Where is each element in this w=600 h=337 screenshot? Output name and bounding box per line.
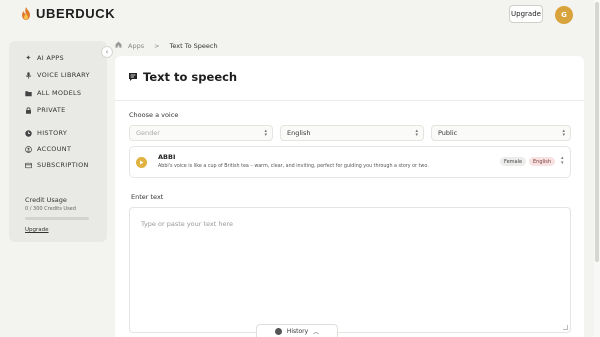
sidebar-item-account[interactable]: ACCOUNT	[25, 145, 71, 153]
history-toggle[interactable]: History ︿	[256, 324, 338, 337]
breadcrumb: Apps > Text To Speech	[115, 41, 218, 50]
chevron-updown-icon: ▴ ▾	[561, 155, 564, 166]
microphone-icon	[25, 71, 32, 79]
scrollbar-thumb[interactable]	[595, 2, 599, 262]
logo-text: UBERDUCK	[36, 6, 116, 21]
folder-icon	[25, 90, 32, 97]
logo[interactable]: UBERDUCK	[20, 6, 115, 21]
upgrade-button[interactable]: Upgrade	[509, 5, 543, 23]
page-scrollbar[interactable]	[594, 0, 600, 337]
text-input-placeholder: Type or paste your text here	[141, 220, 234, 228]
visibility-select-value: Public	[438, 129, 458, 137]
gender-tag: Female	[500, 157, 527, 166]
chevron-updown-icon: ▴ ▾	[264, 128, 267, 138]
lock-icon	[25, 106, 32, 114]
page-title: Text to speech	[128, 70, 237, 84]
user-icon	[25, 145, 32, 153]
sidebar-item-label: HISTORY	[37, 129, 68, 137]
main-panel: Text to speech Choose a voice Gender ▴ ▾ …	[115, 56, 584, 337]
credit-upgrade-link[interactable]: Upgrade	[25, 227, 49, 233]
avatar[interactable]: G	[555, 6, 573, 24]
language-tag: English	[529, 157, 556, 166]
sidebar-item-label: ALL MODELS	[37, 89, 82, 97]
credit-usage-text: 0 / 300 Credits Used	[25, 206, 76, 212]
sidebar-item-label: SUBSCRIPTION	[37, 161, 89, 169]
breadcrumb-apps[interactable]: Apps	[128, 42, 144, 50]
voice-description: Abbi's voice is like a cup of British te…	[158, 164, 429, 169]
choose-voice-label: Choose a voice	[129, 111, 179, 119]
play-preview-button[interactable]	[136, 157, 147, 168]
title-divider	[115, 100, 584, 101]
language-select[interactable]: English ▴ ▾	[280, 125, 424, 141]
visibility-select[interactable]: Public ▴ ▾	[431, 125, 571, 141]
sidebar-item-label: ACCOUNT	[37, 145, 72, 153]
sidebar-item-voice-library[interactable]: VOICE LIBRARY	[25, 71, 90, 79]
page-title-text: Text to speech	[143, 70, 238, 84]
sidebar-item-ai-apps[interactable]: ✦ AI APPS	[25, 54, 64, 62]
clock-icon	[25, 129, 32, 137]
history-label: History	[286, 327, 309, 335]
top-bar: UBERDUCK Upgrade G	[0, 0, 600, 28]
flame-logo-icon	[22, 7, 30, 20]
gender-select-placeholder: Gender	[136, 129, 160, 137]
breadcrumb-current: Text To Speech	[169, 41, 218, 50]
voice-selector-card[interactable]: ABBI Abbi's voice is like a cup of Briti…	[129, 146, 571, 178]
history-icon	[274, 327, 282, 335]
sidebar-item-label: AI APPS	[37, 54, 64, 62]
home-icon[interactable]	[115, 41, 122, 50]
play-icon	[140, 160, 144, 165]
sparkle-icon: ✦	[25, 54, 32, 62]
sidebar-item-history[interactable]: HISTORY	[25, 129, 67, 137]
chevron-left-icon: ‹	[105, 48, 109, 56]
enter-text-label: Enter text	[131, 193, 164, 201]
credit-progress-bar	[25, 217, 89, 220]
breadcrumb-separator: >	[154, 41, 160, 50]
resize-handle[interactable]	[563, 325, 568, 330]
voice-name: ABBI	[158, 153, 176, 161]
sidebar-collapse-button[interactable]: ‹	[101, 46, 113, 58]
chevron-updown-icon: ▴ ▾	[415, 128, 418, 138]
gender-select[interactable]: Gender ▴ ▾	[129, 125, 273, 141]
sidebar-item-private[interactable]: PRIVATE	[25, 106, 66, 114]
credit-usage-title: Credit Usage	[25, 196, 67, 204]
sidebar-item-all-models[interactable]: ALL MODELS	[25, 89, 81, 97]
card-icon	[25, 162, 32, 169]
language-select-value: English	[287, 129, 311, 137]
sidebar-item-label: VOICE LIBRARY	[37, 71, 90, 79]
speech-bubble-icon	[129, 73, 137, 81]
sidebar-item-label: PRIVATE	[37, 106, 66, 114]
text-input-area[interactable]: Type or paste your text here	[129, 207, 571, 333]
chevron-up-icon: ︿	[313, 328, 320, 336]
chevron-updown-icon: ▴ ▾	[562, 128, 565, 138]
sidebar-item-subscription[interactable]: SUBSCRIPTION	[25, 161, 89, 169]
